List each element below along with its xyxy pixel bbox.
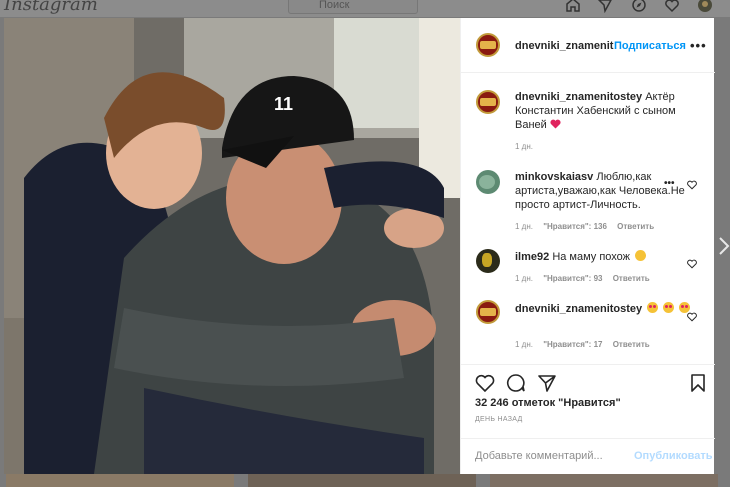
post-photo[interactable]: 11 [4, 18, 460, 474]
comment-options-icon[interactable]: ••• [664, 178, 675, 189]
smile-emoji [635, 250, 647, 261]
comment-likes[interactable]: "Нравится": 93 [543, 274, 602, 283]
post-side-panel: dnevniki_znamenit Подписаться ••• dnevni… [460, 18, 715, 474]
caption-time: 1 дн. [515, 142, 533, 151]
instagram-logo[interactable]: Instagram [4, 0, 98, 15]
post-header: dnevniki_znamenit Подписаться ••• [461, 18, 715, 73]
profile-avatar[interactable] [697, 0, 713, 13]
comment-avatar[interactable] [476, 170, 500, 194]
comment-avatar[interactable] [476, 249, 500, 273]
add-comment-bar: Добавьте комментарий... Опубликовать [461, 438, 715, 474]
home-icon[interactable] [565, 0, 581, 13]
save-bookmark-icon[interactable] [688, 373, 708, 393]
comment-item: ilme92 На маму похож [515, 250, 693, 264]
next-post-chevron-icon[interactable] [718, 236, 730, 256]
comment-time: 1 дн. [515, 274, 533, 283]
comment-like-heart-icon[interactable] [687, 177, 697, 190]
more-options-icon[interactable]: ••• [690, 38, 707, 53]
comment-username[interactable]: minkovskaiasv [515, 171, 593, 183]
likes-count[interactable]: 32 246 отметок "Нравится" [475, 397, 621, 409]
post-caption: dnevniki_znamenitostey Актёр Константин … [515, 90, 705, 132]
feed-thumbnail[interactable] [490, 474, 718, 487]
caption-avatar[interactable] [476, 90, 500, 114]
comment-text: На маму похож [552, 251, 631, 263]
explore-icon[interactable] [631, 0, 647, 13]
comment-item: minkovskaiasv Люблю,как артиста,уважаю,к… [515, 170, 693, 212]
heart-eyes-emoji [647, 302, 659, 313]
publish-button[interactable]: Опубликовать [634, 450, 713, 462]
search-input[interactable]: Поиск [288, 0, 418, 14]
comment-item: dnevniki_znamenitostey [515, 302, 693, 316]
add-comment-input[interactable]: Добавьте комментарий... [475, 450, 603, 462]
reply-button[interactable]: Ответить [613, 340, 650, 349]
author-avatar[interactable] [476, 33, 500, 57]
post-modal: 11 dnevniki_znamenit Подписаться ••• dne… [4, 18, 715, 474]
comment-avatar[interactable] [476, 300, 500, 324]
comment-icon[interactable] [506, 373, 526, 393]
reply-button[interactable]: Ответить [613, 274, 650, 283]
comment-like-heart-icon[interactable] [687, 309, 697, 322]
svg-text:11: 11 [274, 94, 293, 114]
red-heart-emoji [550, 119, 561, 129]
reply-button[interactable]: Ответить [617, 222, 654, 231]
share-icon[interactable] [537, 373, 557, 393]
heart-eyes-emoji [663, 302, 675, 313]
comment-username[interactable]: ilme92 [515, 251, 549, 263]
activity-icon[interactable] [664, 0, 680, 13]
feed-thumbnail[interactable] [6, 474, 234, 487]
post-date[interactable]: ДЕНЬ НАЗАД [475, 416, 523, 423]
follow-button[interactable]: Подписаться [614, 40, 686, 52]
comment-time: 1 дн. [515, 222, 533, 231]
comment-meta: 1 дн. "Нравится": 93 Ответить [515, 274, 658, 283]
comment-time: 1 дн. [515, 340, 533, 349]
comment-username[interactable]: dnevniki_znamenitostey [515, 303, 642, 315]
comment-likes[interactable]: "Нравится": 136 [543, 222, 607, 231]
instagram-top-bar: Instagram Поиск [0, 0, 730, 17]
author-username[interactable]: dnevniki_znamenit [515, 40, 613, 52]
feed-thumbnail[interactable] [248, 474, 476, 487]
caption-meta: 1 дн. [515, 142, 541, 151]
comment-meta: 1 дн. "Нравится": 17 Ответить [515, 340, 658, 349]
comment-likes[interactable]: "Нравится": 17 [543, 340, 602, 349]
like-heart-icon[interactable] [475, 373, 495, 393]
comment-meta: 1 дн. "Нравится": 136 Ответить [515, 222, 662, 231]
comment-like-heart-icon[interactable] [687, 256, 697, 269]
caption-username[interactable]: dnevniki_znamenitostey [515, 91, 642, 103]
feed-thumbnails [0, 474, 730, 487]
direct-icon[interactable] [597, 0, 613, 14]
